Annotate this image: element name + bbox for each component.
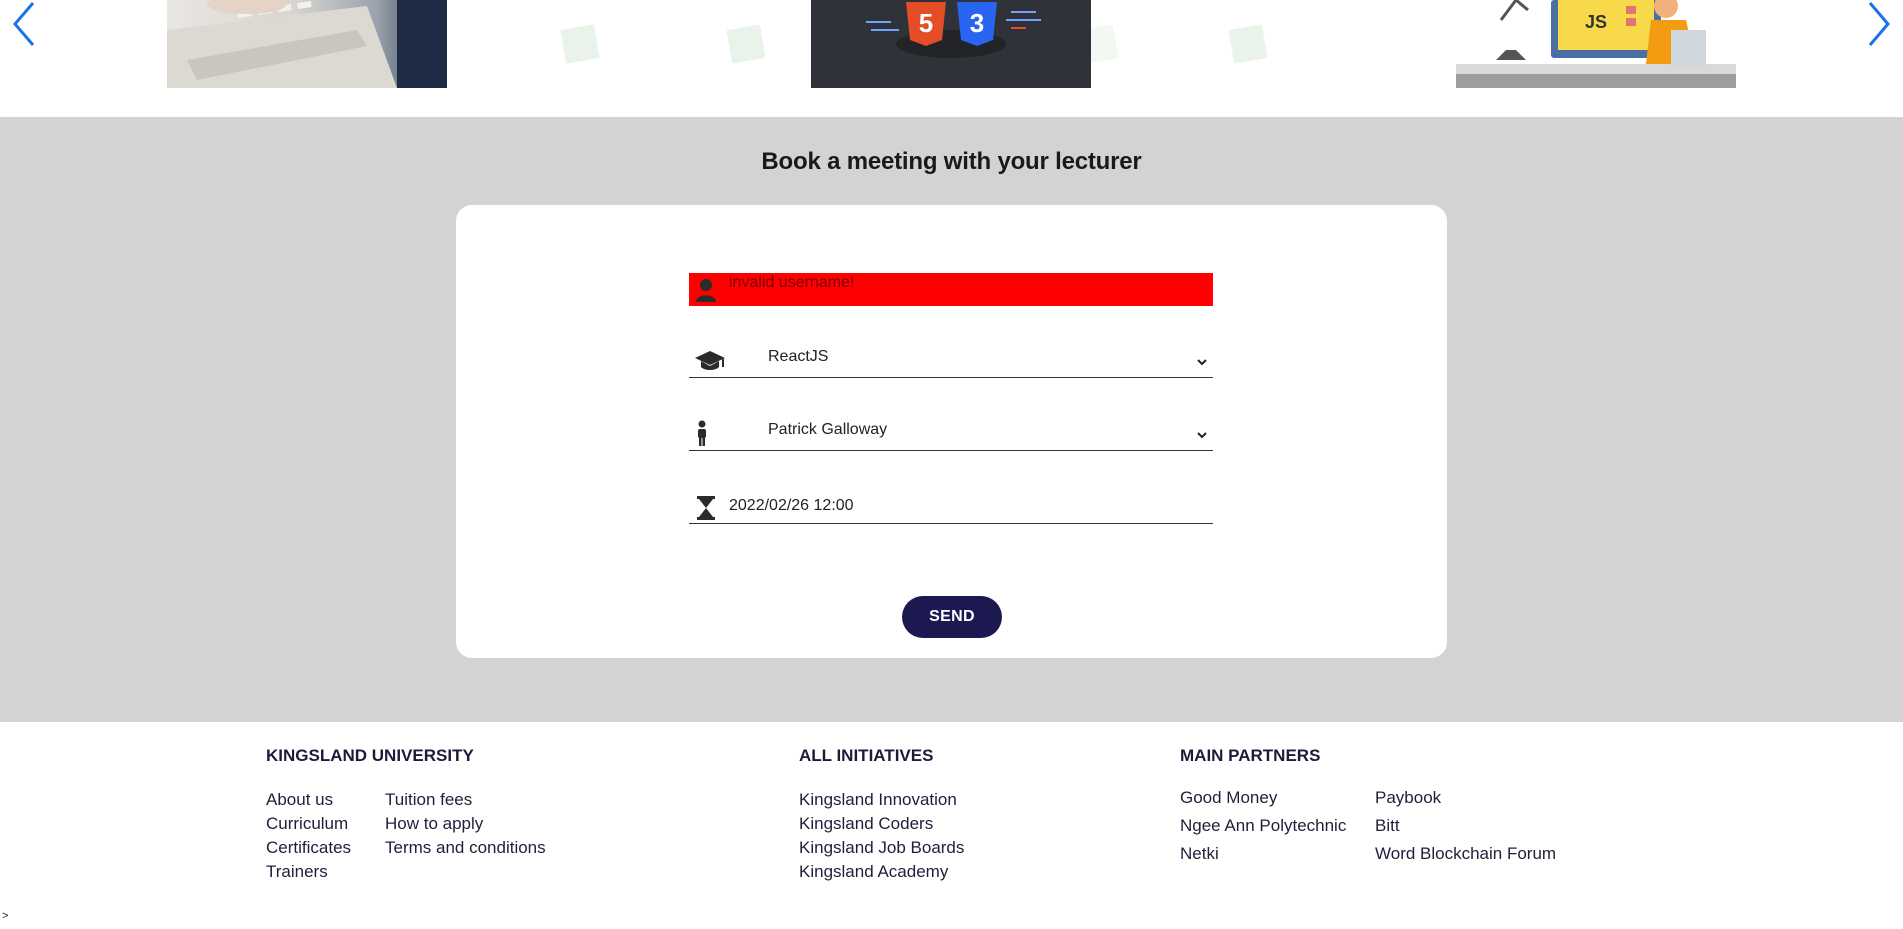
hourglass-icon	[693, 495, 719, 521]
datetime-value: 2022/02/26 12:00	[729, 497, 854, 514]
footer-link-certificates[interactable]: Certificates	[266, 838, 351, 858]
chevron-down-icon	[1197, 359, 1207, 366]
graduation-cap-icon	[693, 347, 727, 373]
send-button[interactable]: SEND	[902, 596, 1002, 638]
decor-square	[726, 24, 766, 64]
booking-section: Book a meeting with your lecturer invali…	[0, 117, 1903, 722]
carousel-slide-laptop[interactable]	[167, 0, 447, 88]
course-select[interactable]: ReactJS	[689, 341, 1213, 378]
js-badge: JS	[1585, 12, 1607, 32]
decor-square	[560, 24, 600, 64]
footer-link-about-us[interactable]: About us	[266, 790, 333, 810]
javascript-developer-illustration: JS	[1456, 0, 1736, 88]
footer-link-ngee-ann[interactable]: Ngee Ann Polytechnic	[1180, 816, 1346, 836]
lecturer-select-value: Patrick Galloway	[768, 421, 888, 438]
footer-link-kingsland-coders[interactable]: Kingsland Coders	[799, 814, 933, 834]
user-icon	[693, 273, 719, 306]
laptop-keyboard-photo	[167, 0, 447, 88]
footer-link-tuition-fees[interactable]: Tuition fees	[385, 790, 472, 810]
chevron-left-icon	[13, 2, 35, 46]
carousel-prev-button[interactable]	[6, 0, 42, 48]
carousel-next-button[interactable]	[1861, 0, 1897, 48]
footer-link-terms[interactable]: Terms and conditions	[385, 838, 546, 858]
username-input[interactable]: invalid username!	[689, 273, 1213, 306]
footer-link-paybook[interactable]: Paybook	[1375, 788, 1441, 808]
person-icon	[689, 420, 715, 446]
booking-title: Book a meeting with your lecturer	[761, 148, 1142, 175]
datetime-input[interactable]: 2022/02/26 12:00	[689, 487, 1213, 524]
css3-badge: 3	[970, 8, 984, 38]
footer-partners-title: MAIN PARTNERS	[1180, 746, 1321, 765]
lecturer-select[interactable]: Patrick Galloway	[689, 414, 1213, 451]
html5-css3-logos-image: 5 3	[811, 0, 1091, 88]
html5-badge: 5	[919, 8, 933, 38]
footer-link-kingsland-innovation[interactable]: Kingsland Innovation	[799, 790, 957, 810]
footer-link-trainers[interactable]: Trainers	[266, 862, 328, 882]
footer-link-good-money[interactable]: Good Money	[1180, 788, 1277, 808]
footer-link-word-blockchain-forum[interactable]: Word Blockchain Forum	[1375, 844, 1556, 864]
carousel-slide-javascript[interactable]: JS	[1456, 0, 1736, 88]
decor-square	[1228, 24, 1268, 64]
booking-form-card: invalid username! ReactJS Patrick Gallow…	[456, 205, 1447, 658]
footer: KINGSLAND UNIVERSITY About us Curriculum…	[0, 722, 1903, 929]
footer-university-title: KINGSLAND UNIVERSITY	[266, 746, 474, 765]
footer-link-curriculum[interactable]: Curriculum	[266, 814, 348, 834]
username-error-text: invalid username!	[729, 274, 855, 291]
carousel-slide-html-css[interactable]: 5 3	[811, 0, 1091, 88]
image-carousel: 5 3 JS	[0, 0, 1903, 117]
course-select-value: ReactJS	[768, 348, 829, 365]
caret-text: >	[2, 910, 9, 922]
chevron-down-icon	[1197, 432, 1207, 439]
footer-link-how-to-apply[interactable]: How to apply	[385, 814, 483, 834]
chevron-right-icon	[1868, 2, 1890, 46]
footer-link-bitt[interactable]: Bitt	[1375, 816, 1400, 836]
footer-link-netki[interactable]: Netki	[1180, 844, 1219, 864]
footer-initiatives-title: ALL INITIATIVES	[799, 746, 934, 765]
footer-link-kingsland-academy[interactable]: Kingsland Academy	[799, 862, 948, 882]
footer-link-kingsland-job-boards[interactable]: Kingsland Job Boards	[799, 838, 964, 858]
